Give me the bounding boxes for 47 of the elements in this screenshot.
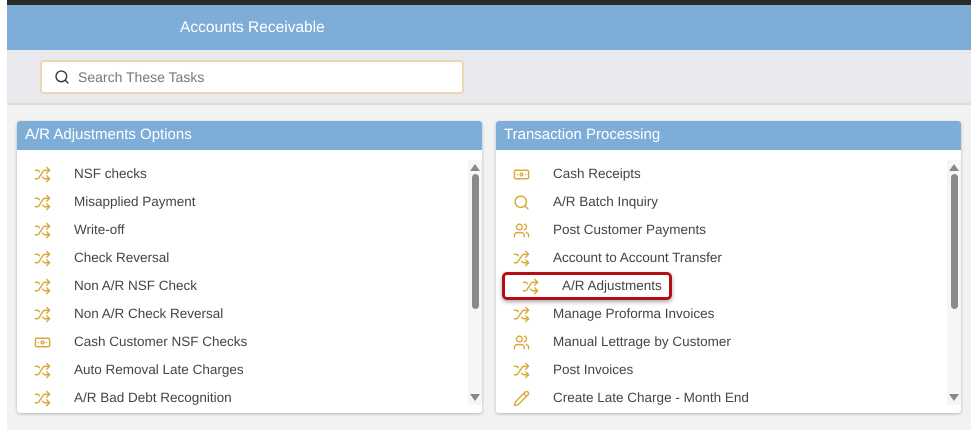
shuffle-icon: [34, 166, 51, 182]
task-item[interactable]: Non A/R Check Reversal: [17, 300, 468, 328]
scroll-thumb[interactable]: [472, 174, 478, 309]
task-item[interactable]: Cash Receipts: [496, 160, 947, 188]
scroll-up-icon[interactable]: [949, 164, 959, 171]
scroll-down-icon[interactable]: [470, 394, 480, 401]
task-item[interactable]: Write-off: [17, 216, 468, 244]
task-item[interactable]: Non A/R NSF Check: [17, 272, 468, 300]
task-item[interactable]: A/R Bad Debt Recognition: [17, 384, 468, 412]
people-icon: [513, 222, 530, 238]
scroll-down-icon[interactable]: [949, 394, 959, 401]
search-field[interactable]: Search These Tasks: [40, 60, 464, 94]
shuffle-icon: [34, 222, 51, 238]
task-item[interactable]: Post Invoices: [496, 356, 947, 384]
shuffle-icon: [34, 390, 51, 406]
pencil-icon: [513, 390, 530, 406]
panel-title: Transaction Processing: [504, 125, 660, 146]
shuffle-icon: [34, 194, 51, 210]
shuffle-icon: [522, 278, 539, 294]
task-item[interactable]: Check Reversal: [17, 244, 468, 272]
task-item[interactable]: NSF checks: [17, 160, 468, 188]
scroll-thumb[interactable]: [950, 174, 958, 309]
task-item[interactable]: Misapplied Payment: [17, 188, 468, 216]
scrollbar[interactable]: [468, 160, 482, 405]
people-icon: [513, 334, 530, 350]
task-item[interactable]: Create Late Charge - Month End: [496, 384, 947, 412]
scrollbar[interactable]: [947, 160, 961, 405]
task-item[interactable]: Manage Proforma Invoices: [496, 300, 947, 328]
shuffle-icon: [34, 306, 51, 322]
task-item[interactable]: Auto Removal Late Charges: [17, 356, 468, 384]
task-item[interactable]: Manual Lettrage by Customer: [496, 328, 947, 356]
shuffle-icon: [513, 306, 530, 322]
scroll-up-icon[interactable]: [470, 164, 480, 171]
shuffle-icon: [513, 250, 530, 266]
shuffle-icon: [34, 250, 51, 266]
search-icon: [54, 68, 70, 84]
task-item[interactable]: A/R Batch Inquiry: [496, 188, 947, 216]
task-item[interactable]: Post Customer Payments: [496, 216, 947, 244]
task-item[interactable]: Cash Customer NSF Checks: [17, 328, 468, 356]
shuffle-icon: [34, 278, 51, 294]
task-item[interactable]: A/R Adjustments: [502, 272, 672, 300]
task-item[interactable]: Account to Account Transfer: [496, 244, 947, 272]
panel-title: A/R Adjustments Options: [25, 125, 192, 146]
shuffle-icon: [34, 362, 51, 378]
shuffle-icon: [513, 362, 530, 378]
magnifier-icon: [513, 194, 530, 210]
header-title: Accounts Receivable: [180, 18, 325, 38]
